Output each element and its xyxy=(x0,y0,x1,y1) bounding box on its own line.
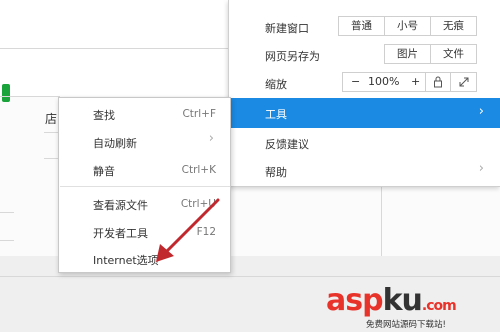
mute-label: 静音 xyxy=(93,165,115,178)
watermark-main: asp xyxy=(326,283,384,318)
new-window-alt-button[interactable]: 小号 xyxy=(384,16,431,36)
watermark-subtitle: 免费网站源码下载站! xyxy=(366,320,446,330)
help-label: 帮助 xyxy=(265,166,287,179)
fullscreen-button[interactable] xyxy=(450,72,477,92)
developer-tools-label: 开发者工具 xyxy=(93,227,148,240)
find-label: 查找 xyxy=(93,109,115,122)
new-window-label: 新建窗口 xyxy=(265,22,309,35)
divider xyxy=(0,212,14,213)
zoom-lock-button[interactable] xyxy=(425,72,451,92)
submenu-item-auto-refresh[interactable]: 自动刷新 › xyxy=(59,128,230,156)
save-as-file-button[interactable]: 文件 xyxy=(430,44,477,64)
find-shortcut: Ctrl+F xyxy=(182,108,216,120)
submenu-item-mute[interactable]: 静音 Ctrl+K xyxy=(59,156,230,184)
divider xyxy=(0,240,14,241)
zoom-value: 100% xyxy=(368,75,400,88)
lock-icon xyxy=(434,76,442,88)
tools-label: 工具 xyxy=(265,108,287,121)
zoom-label: 缩放 xyxy=(265,78,287,91)
watermark-logo: aspku.com 免费网站源码下载站! xyxy=(326,283,498,330)
store-label-fragment: 店 xyxy=(45,112,58,126)
chevron-right-icon: › xyxy=(478,161,484,176)
divider xyxy=(0,96,60,97)
divider xyxy=(381,187,382,267)
zoom-out-button[interactable]: − xyxy=(351,73,360,91)
submenu-divider xyxy=(60,186,230,187)
divider xyxy=(44,132,58,133)
browser-main-menu: 新建窗口 普通 小号 无痕 网页另存为 图片 文件 缩放 − 100% + 工具… xyxy=(228,0,500,187)
annotation-arrow-icon xyxy=(156,198,220,262)
menu-item-feedback[interactable]: 反馈建议 xyxy=(230,130,500,156)
save-as-image-button[interactable]: 图片 xyxy=(384,44,431,64)
logo-fragment xyxy=(2,84,10,102)
submenu-item-find[interactable]: 查找 Ctrl+F xyxy=(59,100,230,128)
zoom-in-button[interactable]: + xyxy=(411,73,420,91)
divider xyxy=(0,48,228,49)
divider xyxy=(44,158,58,159)
chevron-right-icon: › xyxy=(478,104,484,119)
divider xyxy=(0,276,500,277)
new-window-incognito-button[interactable]: 无痕 xyxy=(430,16,477,36)
save-as-label: 网页另存为 xyxy=(265,50,320,63)
auto-refresh-label: 自动刷新 xyxy=(93,137,137,150)
zoom-control: − 100% + xyxy=(342,72,426,92)
view-source-label: 查看源文件 xyxy=(93,199,148,212)
new-window-normal-button[interactable]: 普通 xyxy=(338,16,385,36)
internet-options-label: Internet选项 xyxy=(93,254,159,267)
chevron-right-icon: › xyxy=(208,131,214,146)
menu-item-tools[interactable]: 工具 › xyxy=(230,98,500,128)
feedback-label: 反馈建议 xyxy=(265,138,309,151)
expand-icon xyxy=(459,77,468,87)
mute-shortcut: Ctrl+K xyxy=(181,164,216,176)
watermark-ku: ku xyxy=(382,283,423,318)
menu-item-help[interactable]: 帮助 › xyxy=(230,158,500,184)
watermark-domain: .com xyxy=(421,298,457,314)
